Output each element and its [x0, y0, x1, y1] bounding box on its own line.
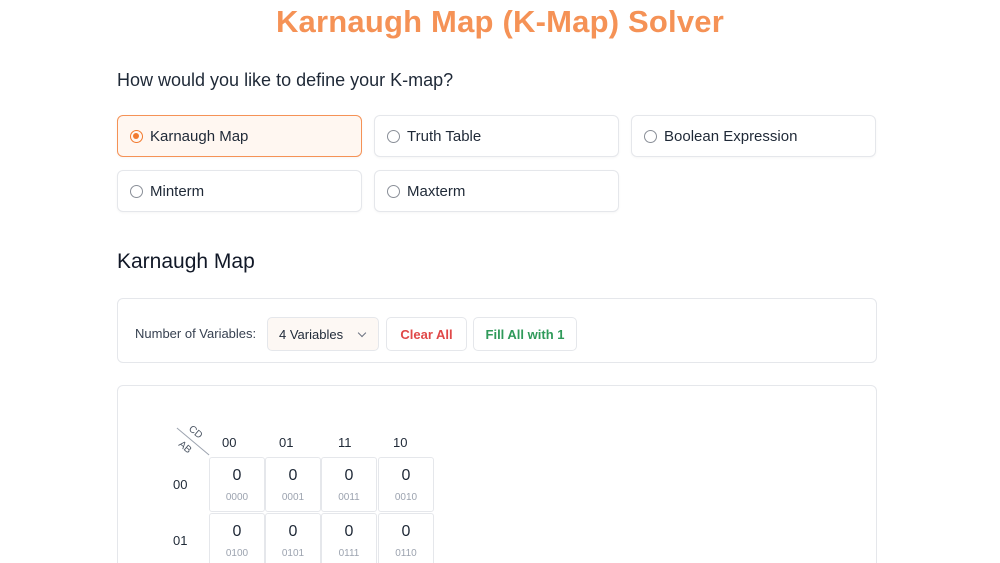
cell-value: 0: [344, 467, 354, 484]
option-label: Minterm: [150, 182, 205, 200]
cell-value: 0: [401, 467, 411, 484]
page-title: Karnaugh Map (K-Map) Solver: [275, 4, 725, 39]
cell-bits: 0000: [225, 492, 249, 503]
option-maxterm[interactable]: Maxterm: [374, 170, 619, 212]
kmap-cell[interactable]: 0 0010: [378, 457, 434, 512]
cell-bits: 0101: [281, 548, 305, 559]
cell-value: 0: [344, 523, 354, 540]
option-minterm[interactable]: Minterm: [117, 170, 362, 212]
controls-panel: Number of Variables: 4 Variables Clear A…: [117, 298, 877, 363]
radio-icon[interactable]: [644, 129, 657, 143]
col-header: 01: [279, 435, 294, 450]
col-header: 10: [393, 435, 408, 450]
cell-bits: 0010: [394, 492, 418, 503]
row-header: 00: [173, 477, 188, 492]
option-label: Boolean Expression: [664, 127, 798, 145]
chevron-down-icon: [357, 328, 367, 338]
kmap-cell[interactable]: 0 0001: [265, 457, 321, 512]
option-label: Truth Table: [407, 127, 482, 145]
variables-select[interactable]: 4 Variables: [267, 317, 379, 351]
cell-bits: 0100: [225, 548, 249, 559]
section-title: Karnaugh Map: [117, 250, 255, 273]
cell-value: 0: [232, 467, 242, 484]
option-label: Karnaugh Map: [150, 127, 249, 145]
cell-value: 0: [288, 523, 298, 540]
kmap-cell[interactable]: 0 0111: [321, 513, 377, 563]
radio-selected-icon[interactable]: [130, 129, 143, 143]
option-truth-table[interactable]: Truth Table: [374, 115, 619, 157]
radio-icon[interactable]: [387, 129, 400, 143]
kmap-cell[interactable]: 0 0011: [321, 457, 377, 512]
cell-value: 0: [401, 523, 411, 540]
kmap-corner-label: CD AB: [176, 424, 210, 459]
kmap-cell[interactable]: 0 0110: [378, 513, 434, 563]
kmap-cell[interactable]: 0 0100: [209, 513, 265, 563]
cell-bits: 0111: [338, 548, 360, 559]
kmap-cell[interactable]: 0 0101: [265, 513, 321, 563]
radio-icon[interactable]: [130, 184, 143, 198]
cell-bits: 0001: [281, 492, 305, 503]
define-question: How would you like to define your K-map?: [117, 70, 454, 90]
corner-rows-label: AB: [176, 438, 194, 457]
page: Karnaugh Map (K-Map) Solver How would yo…: [0, 0, 1000, 563]
option-karnaugh-map[interactable]: Karnaugh Map: [117, 115, 362, 157]
fill-all-button[interactable]: Fill All with 1: [473, 317, 577, 351]
radio-icon[interactable]: [387, 184, 400, 198]
variables-label: Number of Variables:: [135, 326, 257, 341]
variables-select-value: 4 Variables: [279, 326, 344, 342]
kmap-cell[interactable]: 0 0000: [209, 457, 265, 512]
row-header: 01: [173, 533, 188, 548]
cell-bits: 0110: [395, 548, 417, 559]
option-label: Maxterm: [407, 182, 466, 200]
option-boolean-expression[interactable]: Boolean Expression: [631, 115, 876, 157]
col-header: 00: [222, 435, 237, 450]
col-header: 11: [338, 435, 352, 450]
cell-value: 0: [288, 467, 298, 484]
clear-all-button[interactable]: Clear All: [386, 317, 467, 351]
cell-bits: 0011: [338, 492, 360, 503]
cell-value: 0: [232, 523, 242, 540]
